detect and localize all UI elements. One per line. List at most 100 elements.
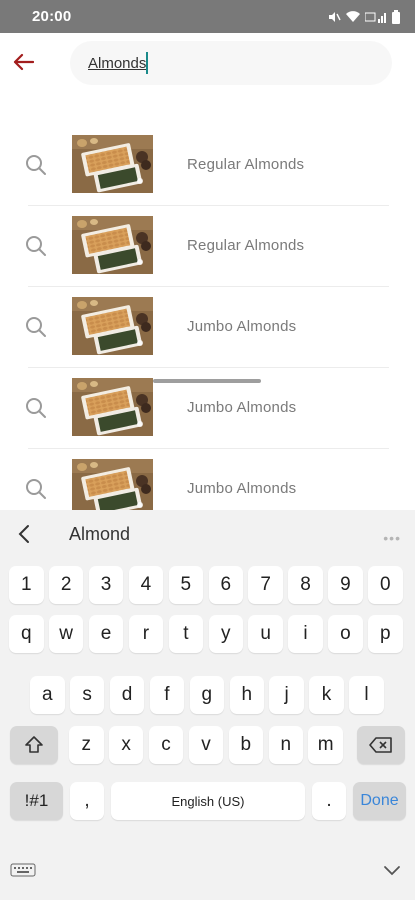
back-arrow-icon bbox=[13, 53, 34, 71]
key-e-label: e bbox=[100, 623, 112, 644]
key-8[interactable]: 8 bbox=[288, 566, 323, 604]
status-time: 20:00 bbox=[32, 8, 72, 25]
chevron-down-icon bbox=[384, 866, 400, 876]
comma-key[interactable]: , bbox=[70, 782, 104, 820]
space-key[interactable]: English (US) bbox=[111, 782, 305, 820]
search-box[interactable] bbox=[70, 41, 392, 85]
key-3[interactable]: 3 bbox=[88, 566, 124, 604]
key-k[interactable]: k bbox=[309, 676, 344, 714]
period-key[interactable]: . bbox=[312, 782, 346, 820]
back-button[interactable] bbox=[10, 49, 36, 75]
key-b[interactable]: b bbox=[228, 726, 264, 764]
result-label: Regular Almonds bbox=[187, 156, 305, 173]
backspace-key[interactable] bbox=[357, 726, 405, 764]
key-7[interactable]: 7 bbox=[248, 566, 283, 604]
comma-key-label: , bbox=[84, 790, 90, 811]
search-result-row[interactable]: Regular Almonds bbox=[0, 206, 415, 287]
search-icon bbox=[24, 396, 48, 420]
text-cursor bbox=[146, 52, 148, 74]
app-root: 20:00 Regular AlmondsR bbox=[0, 0, 415, 900]
symbols-key[interactable]: !#1 bbox=[10, 782, 63, 820]
key-z[interactable]: z bbox=[69, 726, 104, 764]
navigation-handle[interactable] bbox=[153, 379, 261, 383]
search-icon bbox=[24, 315, 48, 339]
search-input[interactable] bbox=[88, 54, 148, 72]
search-icon bbox=[24, 477, 48, 501]
keyboard-switch-icon[interactable] bbox=[10, 863, 38, 881]
key-p[interactable]: p bbox=[368, 615, 403, 653]
key-9[interactable]: 9 bbox=[328, 566, 363, 604]
key-i-label: i bbox=[303, 623, 308, 644]
key-q-label: q bbox=[20, 623, 32, 644]
suggestion-bar: Almond ••• bbox=[0, 510, 415, 558]
key-w[interactable]: w bbox=[48, 615, 84, 653]
key-l[interactable]: l bbox=[349, 676, 384, 714]
key-r[interactable]: r bbox=[128, 615, 164, 653]
result-label: Jumbo Almonds bbox=[187, 399, 297, 416]
wifi-icon bbox=[345, 10, 361, 24]
key-4[interactable]: 4 bbox=[128, 566, 164, 604]
key-5-label: 5 bbox=[180, 574, 192, 595]
suggestion-back-button[interactable] bbox=[14, 522, 36, 546]
key-n[interactable]: n bbox=[268, 726, 303, 764]
key-s[interactable]: s bbox=[69, 676, 105, 714]
period-key-label: . bbox=[326, 790, 332, 811]
key-h[interactable]: h bbox=[229, 676, 264, 714]
key-y[interactable]: y bbox=[208, 615, 243, 653]
mute-icon bbox=[327, 10, 341, 24]
key-0[interactable]: 0 bbox=[368, 566, 403, 604]
symbols-key-label: !#1 bbox=[24, 791, 49, 810]
key-9-label: 9 bbox=[340, 574, 351, 595]
key-c-label: c bbox=[161, 734, 171, 755]
key-o[interactable]: o bbox=[328, 615, 363, 653]
key-u[interactable]: u bbox=[248, 615, 283, 653]
search-result-row[interactable]: Regular Almonds bbox=[0, 125, 415, 206]
key-m[interactable]: m bbox=[308, 726, 343, 764]
result-label: Jumbo Almonds bbox=[187, 480, 297, 497]
search-result-row[interactable]: Jumbo Almonds bbox=[0, 287, 415, 368]
more-options-icon[interactable]: ••• bbox=[383, 530, 401, 546]
key-2[interactable]: 2 bbox=[48, 566, 84, 604]
key-q[interactable]: q bbox=[9, 615, 44, 653]
space-key-label: English (US) bbox=[171, 793, 245, 809]
key-d[interactable]: d bbox=[109, 676, 145, 714]
key-k-label: k bbox=[321, 684, 332, 705]
key-1[interactable]: 1 bbox=[9, 566, 44, 604]
key-o-label: o bbox=[340, 623, 351, 644]
key-e[interactable]: e bbox=[88, 615, 124, 653]
key-c[interactable]: c bbox=[148, 726, 184, 764]
suggestion-word[interactable]: Almond bbox=[69, 524, 130, 545]
key-x-label: x bbox=[121, 734, 131, 755]
hide-keyboard-button[interactable] bbox=[382, 864, 404, 880]
done-key-label: Done bbox=[360, 792, 399, 809]
key-r-label: r bbox=[142, 623, 150, 644]
key-t-label: t bbox=[183, 623, 189, 644]
search-icon bbox=[24, 153, 48, 177]
key-g[interactable]: g bbox=[189, 676, 225, 714]
key-p-label: p bbox=[380, 623, 391, 644]
key-6[interactable]: 6 bbox=[208, 566, 243, 604]
key-d-label: d bbox=[121, 684, 133, 705]
status-bar: 20:00 bbox=[0, 0, 415, 33]
key-f[interactable]: f bbox=[149, 676, 185, 714]
key-8-label: 8 bbox=[300, 574, 311, 595]
almond-product-thumbnail bbox=[72, 459, 153, 517]
key-v[interactable]: v bbox=[188, 726, 224, 764]
key-u-label: u bbox=[260, 623, 271, 644]
key-t[interactable]: t bbox=[168, 615, 204, 653]
key-i[interactable]: i bbox=[288, 615, 323, 653]
key-3-label: 3 bbox=[100, 574, 112, 595]
key-2-label: 2 bbox=[60, 574, 72, 595]
key-5[interactable]: 5 bbox=[168, 566, 204, 604]
shift-icon bbox=[25, 736, 43, 753]
done-key[interactable]: Done bbox=[353, 782, 406, 820]
chevron-left-icon bbox=[18, 525, 29, 543]
shift-key[interactable] bbox=[10, 726, 58, 764]
key-j[interactable]: j bbox=[269, 676, 304, 714]
key-x[interactable]: x bbox=[108, 726, 144, 764]
almond-product-thumbnail bbox=[72, 297, 153, 355]
key-4-label: 4 bbox=[140, 574, 152, 595]
key-f-label: f bbox=[164, 684, 170, 705]
result-label: Regular Almonds bbox=[187, 237, 305, 254]
key-a[interactable]: a bbox=[30, 676, 65, 714]
